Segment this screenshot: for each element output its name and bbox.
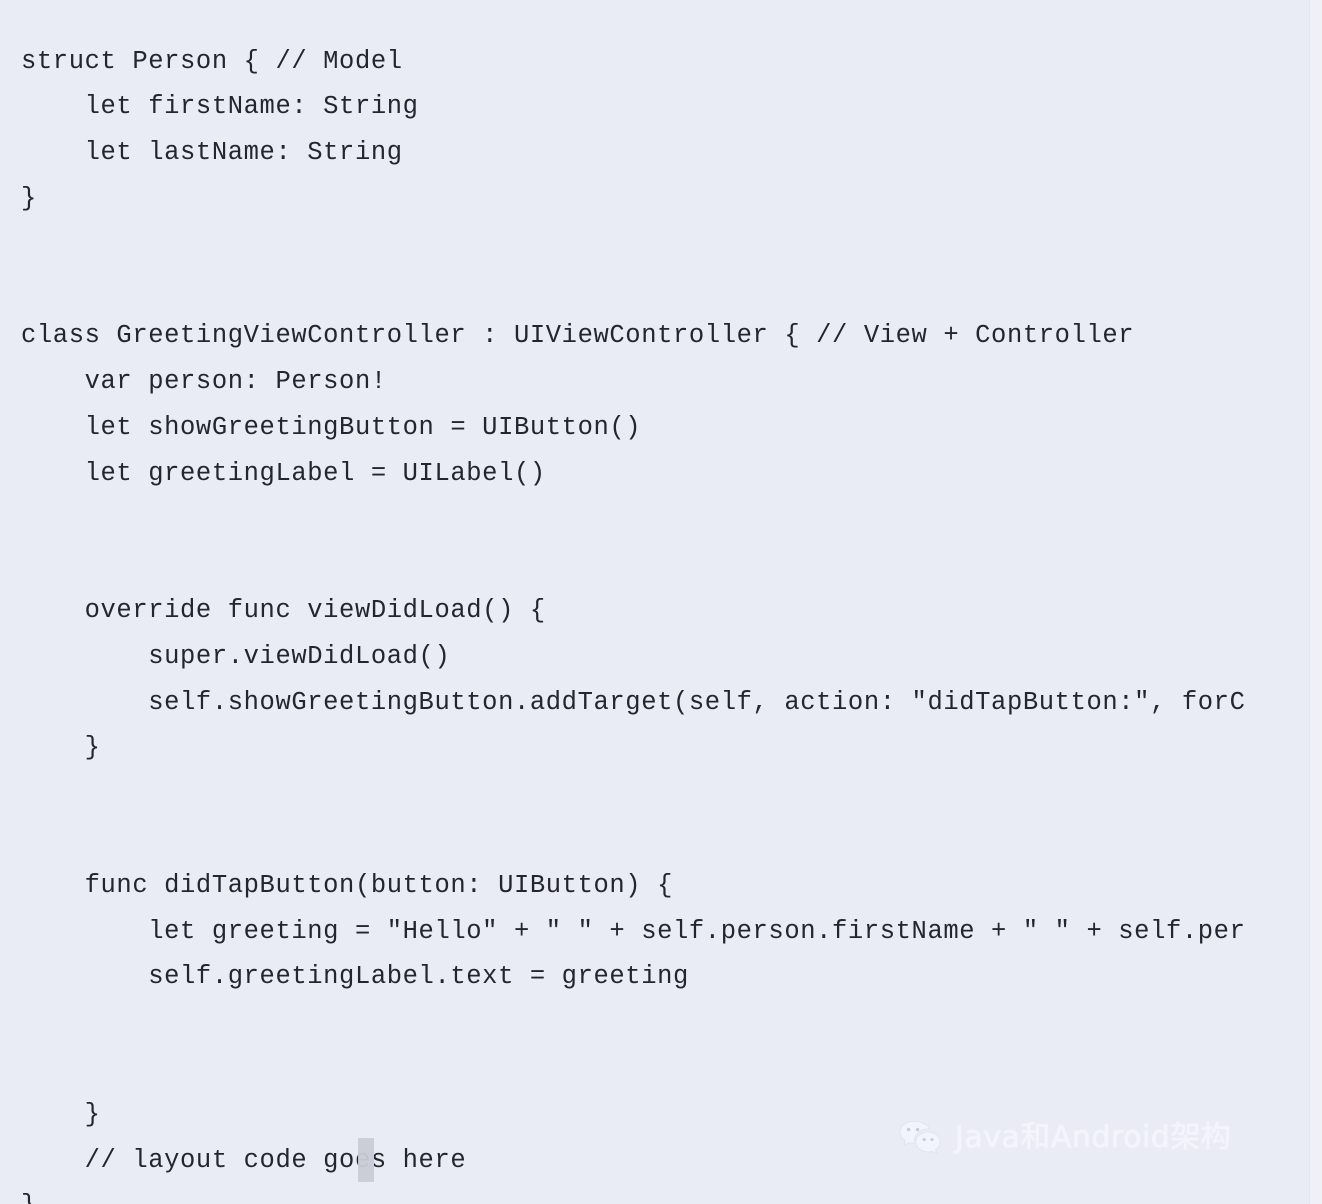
- code-line: }: [21, 733, 101, 763]
- code-line: }: [21, 183, 37, 213]
- code-line: let showGreetingButton = UIButton(): [21, 412, 642, 442]
- code-line: }: [21, 1099, 101, 1129]
- code-line: let greetingLabel = UILabel(): [21, 458, 546, 488]
- code-line: let firstName: String: [21, 92, 419, 122]
- code-line: super.viewDidLoad(): [21, 641, 451, 671]
- code-line: }: [21, 1183, 1310, 1204]
- code-viewport[interactable]: struct Person { // Model let firstName: …: [0, 0, 1310, 1204]
- code-line: var person: Person!: [21, 367, 387, 397]
- code-line: override func viewDidLoad() {: [21, 596, 546, 626]
- code-line: class GreetingViewController : UIViewCon…: [21, 321, 1135, 351]
- text-cursor: [358, 1138, 374, 1182]
- code-line: struct Person { // Model: [21, 46, 403, 76]
- code-screenshot-page: struct Person { // Model let firstName: …: [0, 0, 1322, 1204]
- code-line: let greeting = "Hello" + " " + self.pers…: [21, 916, 1246, 946]
- code-line: let lastName: String: [21, 138, 403, 168]
- source-code-block[interactable]: struct Person { // Model let firstName: …: [21, 39, 1310, 1204]
- code-line: // layout code goes here: [21, 1145, 467, 1175]
- code-line: self.greetingLabel.text = greeting: [21, 962, 689, 992]
- code-line: self.showGreetingButton.addTarget(self, …: [21, 687, 1246, 717]
- right-gutter-strip: [1309, 0, 1322, 1204]
- code-line: func didTapButton(button: UIButton) {: [21, 870, 674, 900]
